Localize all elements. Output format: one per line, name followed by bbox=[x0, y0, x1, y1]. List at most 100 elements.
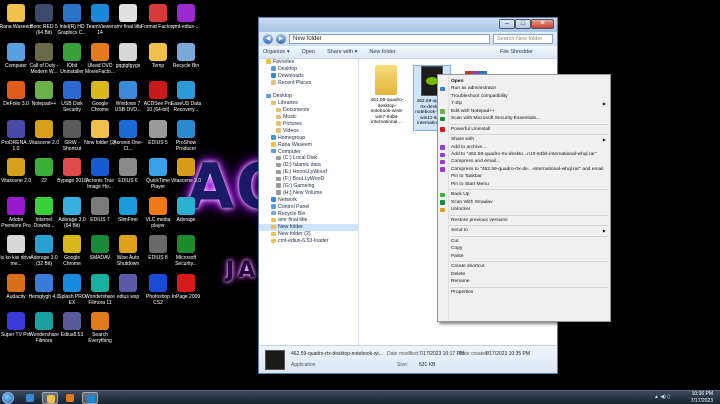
desktop-shortcut[interactable]: SMADAV bbox=[85, 233, 115, 275]
desktop-shortcut[interactable]: EDIUS 8 bbox=[143, 233, 173, 275]
desktop-shortcut[interactable]: TeamViewer 14 bbox=[85, 2, 115, 44]
desktop-shortcut[interactable]: EDIUS 6 bbox=[113, 156, 143, 198]
menu-item[interactable]: Unlocker bbox=[438, 206, 610, 213]
desktop-shortcut[interactable]: Vitascene 3.0 bbox=[171, 156, 201, 198]
desktop-shortcut[interactable]: GRW - Shortcut bbox=[57, 118, 87, 160]
menu-item[interactable]: Share with ▶ bbox=[438, 136, 610, 143]
nav-item[interactable]: Pictures bbox=[259, 121, 358, 128]
desktop-shortcut[interactable]: Adorage 3.0 (64 Bit) bbox=[57, 195, 87, 237]
desktop-shortcut[interactable]: EDIUS 5 bbox=[143, 118, 173, 160]
nav-item[interactable]: Favorites bbox=[259, 59, 358, 66]
nav-item[interactable]: Videos bbox=[259, 128, 358, 135]
menu-item[interactable]: Add to "462.59-quadro-rtx-deskto...n10-6… bbox=[438, 151, 610, 158]
nav-item[interactable]: (H:) New Volume bbox=[259, 190, 358, 197]
desktop-shortcut[interactable]: DeFolio 3.0 bbox=[1, 79, 31, 121]
desktop-shortcut[interactable]: edius wsp bbox=[113, 272, 143, 314]
desktop-shortcut[interactable]: New folder (2) bbox=[84, 118, 116, 160]
menu-item[interactable]: Properties bbox=[438, 289, 610, 296]
clock-time[interactable]: 10:36 PM bbox=[692, 391, 713, 397]
menu-item[interactable]: Restore previous versions bbox=[438, 217, 610, 224]
nav-item[interactable]: Rana Waseem bbox=[259, 142, 358, 149]
start-button[interactable] bbox=[2, 392, 14, 404]
nav-item[interactable]: Network bbox=[259, 197, 358, 204]
desktop-shortcut[interactable]: 22 bbox=[29, 156, 59, 198]
menu-item[interactable]: Rename bbox=[438, 278, 610, 285]
folder-item[interactable]: 461.09-quadro-desktop-notebook-win8-win7… bbox=[368, 65, 406, 131]
share-with-button[interactable]: Share with ▾ bbox=[327, 49, 357, 55]
search-input[interactable]: Search New folder bbox=[493, 34, 553, 44]
desktop-shortcut[interactable]: gqgtgfgygs bbox=[113, 41, 143, 83]
organize-button[interactable]: Organize ▾ bbox=[263, 49, 290, 55]
address-bar[interactable]: New folder bbox=[289, 34, 490, 44]
desktop-shortcut[interactable]: Ulead DVD MovieFacto... bbox=[85, 41, 115, 83]
menu-item[interactable]: Create shortcut bbox=[438, 263, 610, 270]
menu-item[interactable]: Send to ▶ bbox=[438, 227, 610, 234]
desktop-shortcut[interactable]: ProShow Producer bbox=[171, 118, 201, 160]
desktop-shortcut[interactable]: is ko kisi drive me... bbox=[0, 233, 32, 275]
nav-item[interactable]: Recycle Bin bbox=[259, 211, 358, 218]
desktop-shortcut[interactable]: Super TV Pro bbox=[1, 310, 31, 352]
menu-item[interactable]: Pin to Start Menu bbox=[438, 181, 610, 188]
minimize-button[interactable]: – bbox=[499, 19, 515, 29]
file-shredder-button[interactable]: File Shredder bbox=[500, 49, 533, 55]
maximize-button[interactable]: □ bbox=[515, 19, 531, 29]
desktop-shortcut[interactable]: Microsoft Security... bbox=[171, 233, 201, 275]
nav-item[interactable]: Documents bbox=[259, 107, 358, 114]
desktop-shortcut[interactable]: Format Factory bbox=[141, 2, 175, 44]
open-button[interactable]: Open bbox=[302, 49, 315, 55]
forward-arrow-icon[interactable]: ▶ bbox=[276, 34, 286, 44]
menu-item[interactable]: Cut bbox=[438, 238, 610, 245]
desktop-shortcut[interactable]: Edius8.53 bbox=[57, 310, 87, 352]
desktop-shortcut[interactable]: Wise Auto Shutdown bbox=[113, 233, 143, 275]
desktop-shortcut[interactable]: Notepad++ bbox=[29, 79, 59, 121]
desktop-shortcut[interactable]: VLC media player bbox=[143, 195, 173, 237]
nav-item[interactable]: Homegroup bbox=[259, 135, 358, 142]
nav-item[interactable]: Desktop bbox=[259, 66, 358, 73]
desktop-shortcut[interactable]: Google Chrome bbox=[85, 79, 115, 121]
desktop-shortcut[interactable]: Adorage bbox=[171, 195, 201, 237]
desktop-shortcut[interactable]: Internet Downlo... bbox=[29, 195, 59, 237]
desktop-shortcut[interactable]: Adobe Premiere Pro bbox=[1, 195, 31, 237]
back-arrow-icon[interactable]: ◀ bbox=[263, 34, 273, 44]
nav-item[interactable]: (D:) Islamic data bbox=[259, 162, 358, 169]
nav-item[interactable]: amr final title bbox=[259, 217, 358, 224]
nav-item[interactable]: (F:) BooLLyWooD bbox=[259, 176, 358, 183]
desktop-shortcut[interactable]: ACDSee Pro 10 (64-bit) bbox=[143, 79, 173, 121]
menu-item[interactable]: Edit with Notepad++ bbox=[438, 108, 610, 115]
nav-item[interactable]: Computer bbox=[259, 149, 358, 156]
nav-item[interactable]: New folder bbox=[259, 224, 358, 232]
desktop-shortcut[interactable]: EaseUS Data Recovery... bbox=[171, 79, 201, 121]
desktop-shortcut[interactable]: Acronis One-Cl... bbox=[113, 118, 143, 160]
desktop-shortcut[interactable]: Rana Waseem bbox=[0, 2, 32, 44]
taskbar-button[interactable] bbox=[62, 392, 78, 404]
menu-item[interactable]: Compress and email... bbox=[438, 158, 610, 165]
desktop-shortcut[interactable]: Vitascene 2.0 bbox=[29, 118, 59, 160]
nav-item[interactable]: (C:) Local Disk bbox=[259, 155, 358, 162]
nav-item[interactable]: Desktop bbox=[259, 93, 358, 100]
desktop-shortcut[interactable]: SlimFirer bbox=[113, 195, 143, 237]
menu-item[interactable]: Delete bbox=[438, 271, 610, 278]
desktop-shortcut[interactable]: Search Everything bbox=[85, 310, 115, 352]
nav-item[interactable]: Libraries bbox=[259, 100, 358, 107]
menu-item[interactable]: Scan with Microsoft Security Essentials.… bbox=[438, 115, 610, 122]
desktop-shortcut[interactable]: Intel(R) HD Graphics C... bbox=[57, 2, 87, 44]
desktop-shortcut[interactable]: Adorage 3.0 (32 Bit) bbox=[29, 233, 59, 275]
nav-item[interactable]: (G:) Gameing bbox=[259, 183, 358, 190]
desktop-shortcut[interactable]: Photoshop CS2 bbox=[143, 272, 173, 314]
menu-item[interactable]: Compress to "462.59-quadro-rtx-de...-int… bbox=[438, 166, 610, 173]
desktop-shortcut[interactable]: Computer bbox=[1, 41, 31, 83]
desktop-shortcut[interactable]: InPage 2009 bbox=[171, 272, 201, 314]
menu-item[interactable]: Pin to Taskbar bbox=[438, 173, 610, 180]
menu-item[interactable]: Add to archive... bbox=[438, 144, 610, 151]
desktop-shortcut[interactable]: Wondershare Filmora bbox=[29, 310, 59, 352]
desktop-shortcut[interactable]: Google Chrome bbox=[57, 233, 87, 275]
desktop-shortcut[interactable]: Wondershare Filmora 11 bbox=[85, 272, 115, 314]
system-tray[interactable]: ▲ ◀) ▯ bbox=[654, 394, 670, 400]
desktop-shortcut[interactable]: Acronis True Image Ho... bbox=[85, 156, 115, 198]
clock-date[interactable]: 7/17/2023 bbox=[691, 398, 713, 404]
taskbar-button[interactable] bbox=[82, 392, 98, 404]
new-folder-button[interactable]: New folder bbox=[369, 49, 395, 55]
desktop-shortcut[interactable]: Bypage 2018 bbox=[57, 156, 87, 198]
desktop-shortcut[interactable]: Vitascene 2.0 bbox=[1, 156, 31, 198]
title-bar[interactable]: – □ ✕ bbox=[259, 18, 557, 32]
